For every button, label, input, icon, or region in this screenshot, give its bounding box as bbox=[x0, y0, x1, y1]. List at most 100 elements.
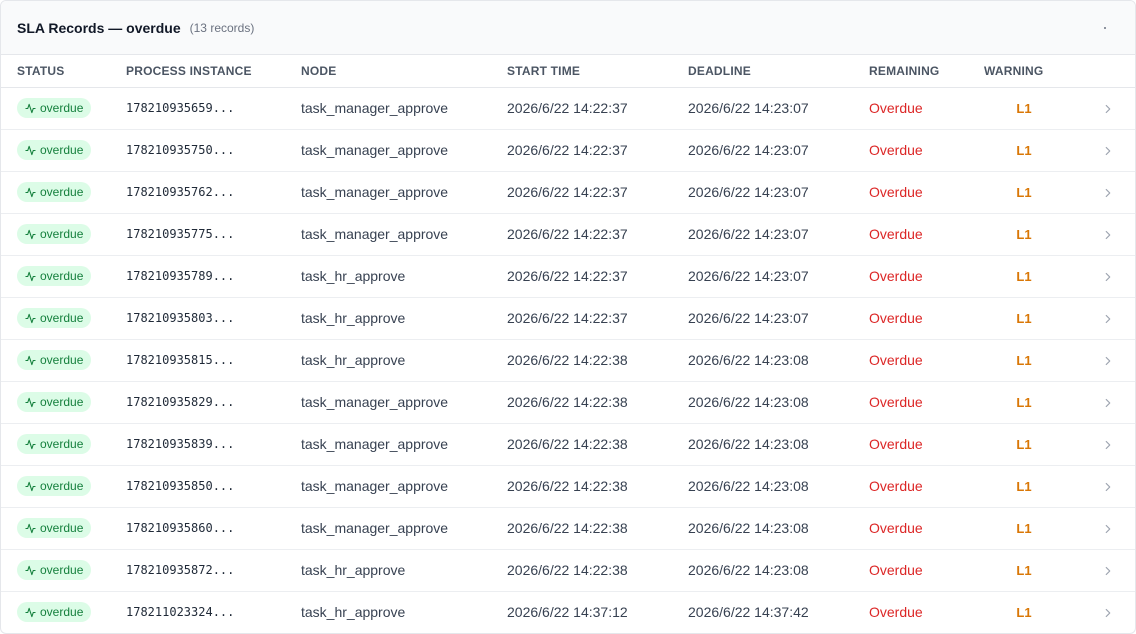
process-instance-cell: 178211023324... bbox=[126, 605, 235, 620]
deadline-cell: 2026/6/22 14:23:08 bbox=[688, 381, 869, 424]
row-action-cell bbox=[1064, 381, 1135, 424]
deadline-cell: 2026/6/22 14:23:08 bbox=[688, 549, 869, 592]
status-cell: overdue bbox=[1, 255, 126, 298]
status-cell: overdue bbox=[1, 339, 126, 382]
process-instance-cell: 178210935860... bbox=[126, 507, 301, 550]
process-instance-cell: 178210935750... bbox=[126, 129, 301, 172]
warning-cell: L1 bbox=[984, 213, 1064, 256]
column-header-remaining[interactable]: REMAINING bbox=[869, 55, 984, 88]
chevron-right-icon[interactable] bbox=[1101, 480, 1115, 494]
table-row[interactable]: overdue 178210935860... task_manager_app… bbox=[1, 507, 1135, 550]
sla-records-table: STATUS PROCESS INSTANCE NODE START TIME … bbox=[1, 55, 1135, 633]
column-header-actions bbox=[1064, 55, 1135, 88]
row-action-cell bbox=[1064, 171, 1135, 214]
chevron-right-icon[interactable] bbox=[1101, 102, 1115, 116]
status-badge: overdue bbox=[17, 266, 92, 286]
status-badge-label: overdue bbox=[40, 563, 84, 577]
table-row[interactable]: overdue 178210935775... task_manager_app… bbox=[1, 213, 1135, 256]
status-cell: overdue bbox=[1, 465, 126, 508]
warning-level: L1 bbox=[1016, 311, 1032, 326]
table-row[interactable]: overdue 178210935815... task_hr_approve … bbox=[1, 339, 1135, 382]
warning-level: L1 bbox=[1016, 143, 1032, 158]
column-header-node[interactable]: NODE bbox=[301, 55, 507, 88]
table-row[interactable]: overdue 178210935839... task_manager_app… bbox=[1, 423, 1135, 466]
warning-level: L1 bbox=[1016, 227, 1032, 242]
sla-records-card: SLA Records — overdue (13 records) STATU… bbox=[0, 0, 1136, 634]
process-instance-cell: 178210935762... bbox=[126, 171, 301, 214]
chevron-right-icon[interactable] bbox=[1101, 438, 1115, 452]
start-time-cell: 2026/6/22 14:22:37 bbox=[507, 255, 688, 298]
warning-cell: L1 bbox=[984, 465, 1064, 508]
table-header-row: STATUS PROCESS INSTANCE NODE START TIME … bbox=[1, 55, 1135, 88]
warning-cell: L1 bbox=[984, 339, 1064, 382]
start-time-cell: 2026/6/22 14:22:37 bbox=[507, 129, 688, 172]
status-cell: overdue bbox=[1, 423, 126, 466]
column-header-deadline[interactable]: DEADLINE bbox=[688, 55, 869, 88]
table-row[interactable]: overdue 178210935872... task_hr_approve … bbox=[1, 549, 1135, 592]
activity-icon bbox=[25, 271, 36, 281]
node-cell: task_manager_approve bbox=[301, 507, 507, 550]
remaining-cell: Overdue bbox=[869, 171, 984, 214]
deadline-cell: 2026/6/22 14:23:07 bbox=[688, 87, 869, 130]
deadline-cell: 2026/6/22 14:23:07 bbox=[688, 255, 869, 298]
chevron-right-icon[interactable] bbox=[1101, 228, 1115, 242]
start-time-cell: 2026/6/22 14:22:37 bbox=[507, 297, 688, 340]
activity-icon bbox=[25, 523, 36, 533]
chevron-right-icon[interactable] bbox=[1101, 354, 1115, 368]
page-title: SLA Records — overdue bbox=[17, 19, 181, 36]
warning-level: L1 bbox=[1016, 269, 1032, 284]
table-row[interactable]: overdue 178210935659... task_manager_app… bbox=[1, 87, 1135, 130]
activity-icon bbox=[25, 397, 36, 407]
node-cell: task_hr_approve bbox=[301, 339, 507, 382]
activity-icon bbox=[25, 145, 36, 155]
row-action-cell bbox=[1064, 255, 1135, 298]
warning-level: L1 bbox=[1016, 521, 1032, 536]
status-cell: overdue bbox=[1, 213, 126, 256]
row-action-cell bbox=[1064, 591, 1135, 633]
start-time-cell: 2026/6/22 14:22:38 bbox=[507, 549, 688, 592]
column-header-start-time[interactable]: START TIME bbox=[507, 55, 688, 88]
table-row[interactable]: overdue 178210935750... task_manager_app… bbox=[1, 129, 1135, 172]
activity-icon bbox=[25, 355, 36, 365]
column-header-process-instance[interactable]: PROCESS INSTANCE bbox=[126, 55, 301, 88]
status-badge: overdue bbox=[17, 602, 92, 623]
status-badge: overdue bbox=[17, 518, 92, 538]
chevron-right-icon[interactable] bbox=[1101, 606, 1115, 620]
status-badge-label: overdue bbox=[40, 269, 84, 283]
remaining-cell: Overdue bbox=[869, 507, 984, 550]
process-instance-cell: 178210935815... bbox=[126, 339, 301, 382]
column-header-status[interactable]: STATUS bbox=[1, 55, 126, 88]
node-cell: task_hr_approve bbox=[301, 255, 507, 298]
chevron-right-icon[interactable] bbox=[1101, 522, 1115, 536]
deadline-cell: 2026/6/22 14:23:07 bbox=[688, 213, 869, 256]
header-menu-dot-icon[interactable] bbox=[1104, 27, 1106, 29]
activity-icon bbox=[25, 229, 36, 239]
chevron-right-icon[interactable] bbox=[1101, 312, 1115, 326]
chevron-right-icon[interactable] bbox=[1101, 270, 1115, 284]
chevron-right-icon[interactable] bbox=[1101, 144, 1115, 158]
chevron-right-icon[interactable] bbox=[1101, 396, 1115, 410]
process-instance-cell: 178210935829... bbox=[126, 381, 301, 424]
start-time-cell: 2026/6/22 14:22:38 bbox=[507, 507, 688, 550]
node-cell: task_manager_approve bbox=[301, 171, 507, 214]
table-row[interactable]: overdue 178210935803... task_hr_approve … bbox=[1, 297, 1135, 340]
table-row[interactable]: overdue 178210935829... task_manager_app… bbox=[1, 381, 1135, 424]
activity-icon bbox=[25, 103, 36, 113]
remaining-cell: Overdue bbox=[869, 604, 923, 621]
remaining-cell: Overdue bbox=[869, 255, 984, 298]
node-cell: task_hr_approve bbox=[301, 604, 406, 621]
chevron-right-icon[interactable] bbox=[1101, 564, 1115, 578]
row-action-cell bbox=[1064, 213, 1135, 256]
table-row[interactable]: overdue 178211023324... task_hr_approve … bbox=[1, 591, 1135, 633]
record-count: (13 records) bbox=[189, 20, 255, 35]
status-cell: overdue bbox=[1, 87, 126, 130]
chevron-right-icon[interactable] bbox=[1101, 186, 1115, 200]
warning-level: L1 bbox=[1016, 563, 1032, 578]
table-row[interactable]: overdue 178210935762... task_manager_app… bbox=[1, 171, 1135, 214]
status-cell: overdue bbox=[1, 129, 126, 172]
column-header-warning[interactable]: WARNING bbox=[984, 55, 1064, 88]
table-row[interactable]: overdue 178210935789... task_hr_approve … bbox=[1, 255, 1135, 298]
table-row[interactable]: overdue 178210935850... task_manager_app… bbox=[1, 465, 1135, 508]
status-badge-label: overdue bbox=[40, 353, 84, 367]
warning-level: L1 bbox=[1016, 437, 1032, 452]
